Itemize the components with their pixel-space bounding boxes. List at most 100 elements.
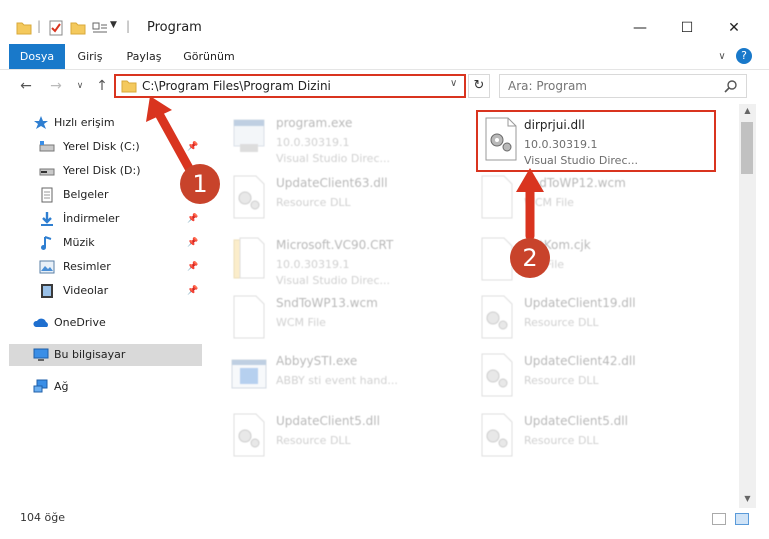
folder-icon bbox=[121, 80, 137, 93]
help-icon[interactable]: ? bbox=[736, 48, 752, 64]
file-item[interactable]: SndToWP12.wcm WCM File bbox=[478, 170, 718, 232]
sidebar-item-label: Yerel Disk (D:) bbox=[63, 164, 141, 177]
scroll-down-button[interactable]: ▼ bbox=[739, 492, 756, 506]
app-window-icon bbox=[231, 359, 267, 389]
sidebar-item-local-disk-c[interactable]: Yerel Disk (C:) 📌 bbox=[9, 136, 202, 158]
close-button[interactable]: ✕ bbox=[711, 14, 757, 42]
onedrive-icon bbox=[33, 318, 48, 327]
maximize-button[interactable]: ☐ bbox=[664, 14, 710, 42]
back-button[interactable]: ← bbox=[16, 76, 36, 96]
address-dropdown-icon[interactable]: ∨ bbox=[450, 78, 457, 89]
sidebar-item-label: Müzik bbox=[63, 236, 95, 249]
tab-home[interactable]: Giriş bbox=[72, 44, 108, 69]
file-name: UpdateClient19.dll bbox=[524, 296, 636, 310]
sidebar-item-label: Resimler bbox=[63, 260, 111, 273]
file-version: 10.0.30319.1 bbox=[276, 258, 350, 271]
sidebar-item-videos[interactable]: Videolar 📌 bbox=[9, 280, 202, 302]
pin-icon: 📌 bbox=[187, 286, 199, 296]
tab-share[interactable]: Paylaş bbox=[122, 44, 166, 69]
title-bar: | ▼ | Program — ☐ ✕ bbox=[0, 0, 769, 44]
file-name: UpdateClient5.dll bbox=[276, 414, 380, 428]
pin-icon: 📌 bbox=[187, 238, 199, 248]
ribbon: Dosya Giriş Paylaş Görünüm ∨ ? bbox=[0, 44, 769, 70]
tab-view[interactable]: Görünüm bbox=[180, 44, 238, 69]
sidebar-item-label: İndirmeler bbox=[63, 212, 120, 225]
up-button[interactable]: ↑ bbox=[92, 76, 112, 96]
file-item[interactable]: SndToWP13.wcm WCM File bbox=[230, 290, 470, 352]
search-box[interactable] bbox=[499, 74, 747, 98]
folder-icon[interactable] bbox=[16, 20, 32, 36]
sidebar-item-documents[interactable]: Belgeler 📌 bbox=[9, 184, 202, 206]
file-type: Resource DLL bbox=[276, 196, 351, 209]
callout-1-badge: 1 bbox=[180, 164, 220, 204]
file-item[interactable]: UpdateClient19.dll Resource DLL bbox=[478, 290, 718, 352]
sidebar-item-downloads[interactable]: İndirmeler 📌 bbox=[9, 208, 202, 230]
file-version: 10.0.30319.1 bbox=[524, 138, 598, 151]
dll-gear-icon bbox=[485, 117, 517, 161]
file-name: AbbyySTI.exe bbox=[276, 354, 358, 368]
file-item[interactable]: UpdateClient63.dll Resource DLL bbox=[230, 170, 470, 232]
file-type: Resource DLL bbox=[524, 374, 599, 387]
sidebar-item-label: Ağ bbox=[54, 380, 69, 393]
folder-file-icon bbox=[233, 237, 265, 279]
window-title: Program bbox=[147, 20, 202, 35]
file-item[interactable]: AbbyySTI.exe ABBY sti event hand... bbox=[230, 348, 470, 410]
file-name: Microsoft.VC90.CRT bbox=[276, 238, 394, 252]
file-description: ABBY sti event hand... bbox=[276, 374, 398, 387]
computer-icon bbox=[33, 348, 49, 361]
file-item[interactable]: Microsoft.VC90.CRT 10.0.30319.1 Visual S… bbox=[230, 232, 470, 294]
file-item[interactable]: UpdateClient5.dll Resource DLL bbox=[478, 408, 718, 470]
file-name: UpdateClient42.dll bbox=[524, 354, 636, 368]
large-icons-view-button[interactable] bbox=[735, 513, 749, 525]
sidebar-item-label: Hızlı erişim bbox=[54, 116, 115, 129]
file-version: 10.0.30319.1 bbox=[276, 136, 350, 149]
sidebar-item-label: Videolar bbox=[63, 284, 109, 297]
file-name: UpdateClient63.dll bbox=[276, 176, 388, 190]
star-icon bbox=[34, 116, 48, 129]
pin-icon: 📌 bbox=[187, 214, 199, 224]
sidebar-item-pictures[interactable]: Resimler 📌 bbox=[9, 256, 202, 278]
chevron-down-icon[interactable]: ▼ bbox=[110, 20, 117, 36]
expand-ribbon-icon[interactable]: ∨ bbox=[712, 44, 732, 69]
sidebar-item-quick-access[interactable]: Hızlı erişim bbox=[9, 112, 202, 134]
address-bar[interactable]: C:\Program Files\Program Dizini ∨ bbox=[114, 74, 466, 98]
dll-gear-icon bbox=[481, 295, 513, 339]
blank-file-icon bbox=[481, 175, 513, 219]
search-icon bbox=[724, 80, 737, 93]
drive-icon bbox=[39, 141, 55, 152]
sidebar-item-local-disk-d[interactable]: Yerel Disk (D:) bbox=[9, 160, 202, 182]
network-icon bbox=[33, 379, 48, 393]
separator: | bbox=[126, 19, 131, 33]
details-view-button[interactable] bbox=[712, 513, 726, 525]
file-type: WCM File bbox=[276, 316, 326, 329]
sidebar-item-label: OneDrive bbox=[54, 316, 106, 329]
sidebar-item-label: Yerel Disk (C:) bbox=[63, 140, 140, 153]
documents-icon bbox=[41, 187, 53, 203]
new-folder-icon[interactable] bbox=[70, 20, 86, 36]
file-item[interactable]: UpdateClient5.dll Resource DLL bbox=[230, 408, 470, 470]
file-type: Resource DLL bbox=[276, 434, 351, 447]
recent-locations-button[interactable]: ∨ bbox=[70, 76, 90, 96]
file-description: Visual Studio Direc... bbox=[276, 152, 390, 165]
separator: | bbox=[37, 19, 42, 33]
tab-file[interactable]: Dosya bbox=[9, 44, 65, 69]
forward-button[interactable]: → bbox=[46, 76, 66, 96]
refresh-button[interactable]: ↻ bbox=[468, 74, 490, 98]
minimize-button[interactable]: — bbox=[617, 14, 663, 42]
file-name: SndToWP12.wcm bbox=[524, 176, 626, 190]
pin-icon: 📌 bbox=[187, 142, 199, 152]
vertical-scrollbar[interactable]: ▲ ▼ bbox=[739, 104, 756, 508]
search-input[interactable] bbox=[508, 77, 718, 95]
sidebar-item-this-pc[interactable]: Bu bilgisayar bbox=[9, 344, 202, 366]
scroll-up-button[interactable]: ▲ bbox=[739, 104, 756, 118]
sidebar-item-network[interactable]: Ağ bbox=[9, 376, 202, 398]
file-item-target[interactable]: dirprjui.dll 10.0.30319.1 Visual Studio … bbox=[476, 110, 716, 172]
sidebar-item-onedrive[interactable]: OneDrive bbox=[9, 312, 202, 334]
file-item[interactable]: program.exe 10.0.30319.1 Visual Studio D… bbox=[230, 110, 470, 172]
file-item[interactable]: UpdateClient42.dll Resource DLL bbox=[478, 348, 718, 410]
customize-quick-access-icon[interactable] bbox=[92, 20, 108, 36]
sidebar-item-music[interactable]: Müzik 📌 bbox=[9, 232, 202, 254]
dll-gear-icon bbox=[481, 353, 513, 397]
scroll-thumb[interactable] bbox=[741, 122, 753, 174]
properties-icon[interactable] bbox=[48, 20, 64, 36]
